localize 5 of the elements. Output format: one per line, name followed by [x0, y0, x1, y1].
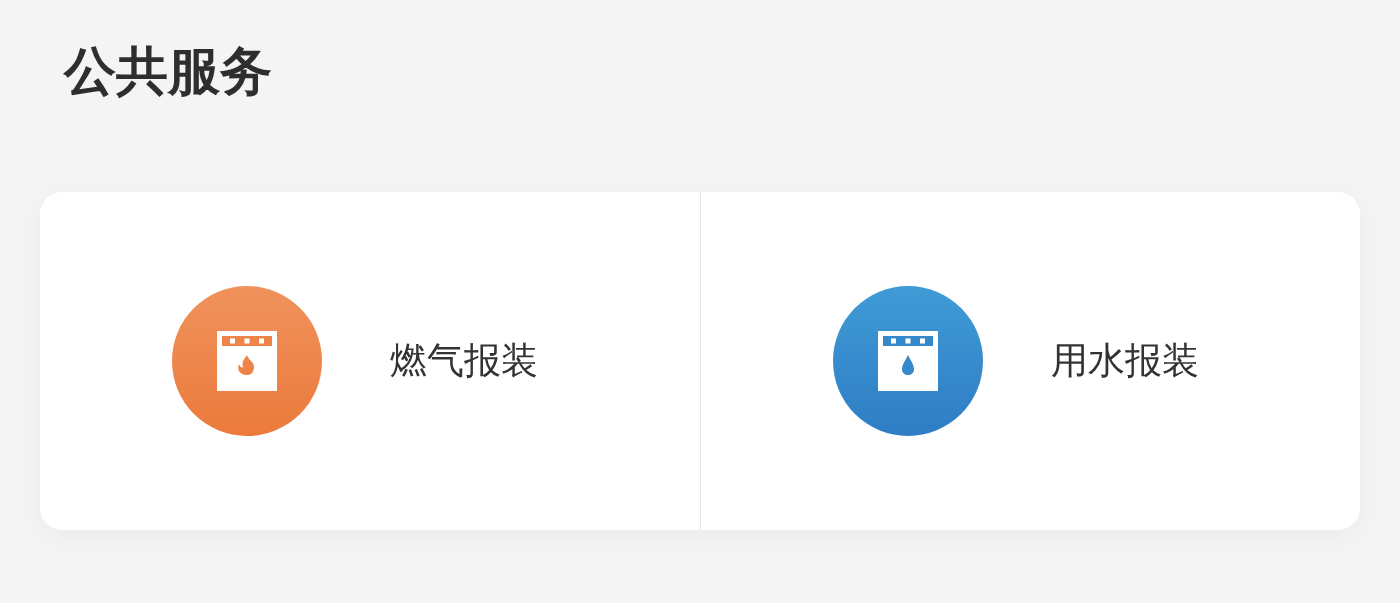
service-label[interactable]: 用水报装	[1051, 336, 1199, 386]
meter-flame-icon	[217, 331, 277, 391]
service-label[interactable]: 燃气报装	[390, 336, 538, 386]
meter-drop-icon	[878, 331, 938, 391]
section-title: 公共服务	[64, 40, 273, 103]
